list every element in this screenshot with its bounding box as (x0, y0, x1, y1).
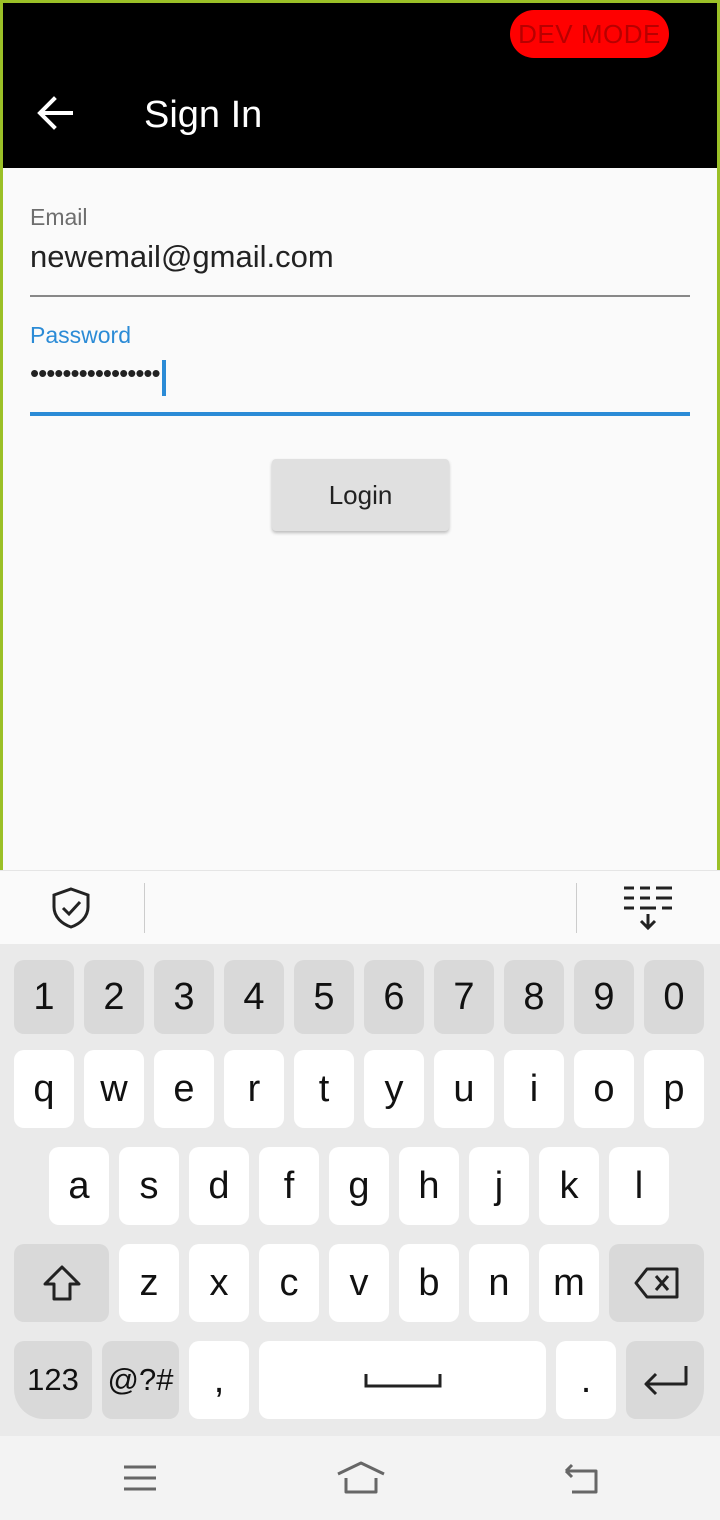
key-n[interactable]: n (469, 1244, 529, 1322)
email-field[interactable]: Email newemail@gmail.com (30, 203, 690, 277)
key-c[interactable]: c (259, 1244, 319, 1322)
key-z[interactable]: z (119, 1244, 179, 1322)
key-5[interactable]: 5 (294, 960, 354, 1034)
key-y[interactable]: y (364, 1050, 424, 1128)
key-g[interactable]: g (329, 1147, 389, 1225)
numbers-mode-key[interactable]: 123 (14, 1341, 92, 1419)
key-8[interactable]: 8 (504, 960, 564, 1034)
key-x[interactable]: x (189, 1244, 249, 1322)
email-label: Email (30, 204, 88, 230)
arrow-back-icon (37, 96, 73, 130)
comma-key[interactable]: , (189, 1341, 249, 1419)
key-o[interactable]: o (574, 1050, 634, 1128)
key-m[interactable]: m (539, 1244, 599, 1322)
home-icon (337, 1461, 385, 1494)
key-b[interactable]: b (399, 1244, 459, 1322)
email-underline (30, 295, 690, 297)
enter-icon (644, 1366, 688, 1396)
app-bar: DEV MODE Sign In (3, 3, 717, 168)
key-w[interactable]: w (84, 1050, 144, 1128)
key-k[interactable]: k (539, 1147, 599, 1225)
password-field[interactable]: Password •••••••••••••••• (30, 321, 690, 396)
key-p[interactable]: p (644, 1050, 704, 1128)
back-nav-button[interactable] (556, 1456, 604, 1500)
key-i[interactable]: i (504, 1050, 564, 1128)
key-a[interactable]: a (49, 1147, 109, 1225)
key-3[interactable]: 3 (154, 960, 214, 1034)
space-key[interactable] (259, 1341, 546, 1419)
symbols-key[interactable]: @?# (102, 1341, 179, 1419)
back-button[interactable] (33, 91, 77, 135)
menu-lines-icon (124, 1465, 156, 1491)
enter-key[interactable] (626, 1341, 704, 1419)
password-underline (30, 412, 690, 416)
login-button[interactable]: Login (272, 459, 449, 531)
backspace-key[interactable] (609, 1244, 704, 1322)
key-2[interactable]: 2 (84, 960, 144, 1034)
shield-check-icon[interactable] (48, 885, 94, 931)
key-r[interactable]: r (224, 1050, 284, 1128)
key-t[interactable]: t (294, 1050, 354, 1128)
key-l[interactable]: l (609, 1147, 669, 1225)
back-nav-icon (564, 1463, 598, 1494)
key-j[interactable]: j (469, 1147, 529, 1225)
key-f[interactable]: f (259, 1147, 319, 1225)
key-s[interactable]: s (119, 1147, 179, 1225)
keyboard-hide-icon[interactable] (620, 883, 676, 933)
space-icon (364, 1374, 441, 1388)
email-input[interactable]: newemail@gmail.com (30, 237, 690, 277)
key-0[interactable]: 0 (644, 960, 704, 1034)
keyboard: 1 2 3 4 5 6 7 8 9 0 q w e r t y u i o p … (0, 944, 720, 1436)
page-title: Sign In (144, 94, 263, 136)
key-h[interactable]: h (399, 1147, 459, 1225)
key-7[interactable]: 7 (434, 960, 494, 1034)
home-button[interactable] (334, 1456, 388, 1500)
key-d[interactable]: d (189, 1147, 249, 1225)
dev-mode-badge: DEV MODE (510, 10, 669, 58)
key-e[interactable]: e (154, 1050, 214, 1128)
app-content: DEV MODE Sign In Email newemail@gmail.co… (0, 0, 720, 870)
key-u[interactable]: u (434, 1050, 494, 1128)
password-input[interactable]: •••••••••••••••• (30, 353, 161, 393)
system-nav-bar (0, 1436, 720, 1520)
key-v[interactable]: v (329, 1244, 389, 1322)
backspace-icon (634, 1267, 678, 1299)
shift-icon (43, 1265, 80, 1301)
toolbar-divider (144, 883, 145, 933)
keyboard-toolbar (0, 870, 720, 944)
password-label: Password (30, 322, 131, 348)
key-4[interactable]: 4 (224, 960, 284, 1034)
screen: DEV MODE Sign In Email newemail@gmail.co… (0, 0, 720, 1520)
key-q[interactable]: q (14, 1050, 74, 1128)
toolbar-divider (576, 883, 577, 933)
key-1[interactable]: 1 (14, 960, 74, 1034)
text-cursor (161, 359, 166, 396)
recent-apps-button[interactable] (116, 1456, 164, 1500)
key-9[interactable]: 9 (574, 960, 634, 1034)
shift-key[interactable] (14, 1244, 109, 1322)
key-6[interactable]: 6 (364, 960, 424, 1034)
period-key[interactable]: . (556, 1341, 616, 1419)
